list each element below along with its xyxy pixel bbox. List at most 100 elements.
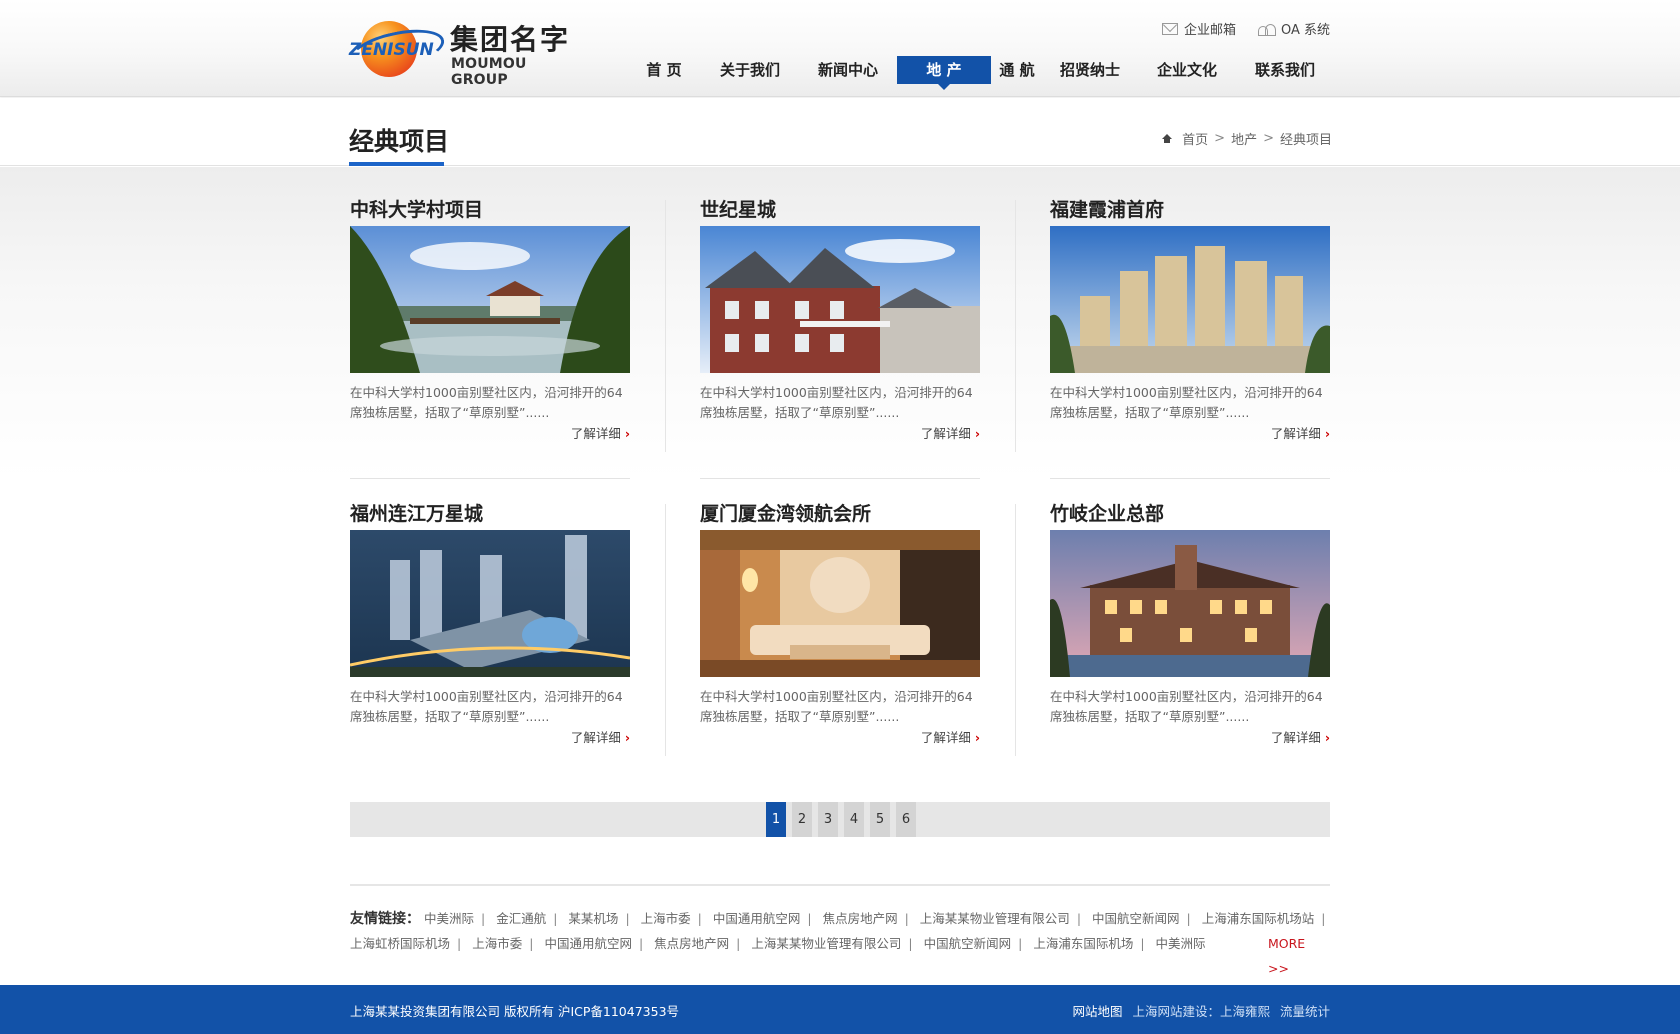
friend-link[interactable]: 某某机场 — [568, 911, 618, 926]
project-card: 福建霞浦首府 在中科大学村1000亩别墅社区内，沿河排开的64 席独栋居墅，括取… — [1050, 195, 1330, 441]
friend-link[interactable]: 中国通用航空网 — [713, 911, 801, 926]
copyright-text: 上海某某投资集团有限公司 版权所有 沪ICP备11047353号 — [350, 1004, 680, 1019]
friend-link[interactable]: 中美洲际 — [424, 911, 474, 926]
traffic-stats-link[interactable]: 流量统计 — [1280, 1001, 1330, 1020]
friend-link[interactable]: 上海浦东国际机场站 — [1202, 911, 1315, 926]
friend-link[interactable]: 上海市委 — [472, 936, 522, 951]
link-separator: | — [625, 911, 630, 926]
row-divider — [350, 478, 630, 479]
description-line: 席独栋居墅，括取了“草原别墅”...... — [1050, 709, 1250, 724]
friend-link[interactable]: 金汇通航 — [496, 911, 546, 926]
page-3-button[interactable]: 3 — [818, 802, 838, 837]
links-divider — [350, 884, 1330, 886]
project-title[interactable]: 竹岐企业总部 — [1050, 499, 1330, 529]
breadcrumb-current: 经典项目 — [1279, 133, 1332, 148]
nav-real-estate[interactable]: 地 产 — [897, 56, 991, 90]
project-description: 在中科大学村1000亩别墅社区内，沿河排开的64 席独栋居墅，括取了“草原别墅”… — [350, 383, 630, 423]
link-separator: | — [529, 936, 534, 951]
project-image[interactable] — [700, 530, 980, 677]
more-details-link[interactable]: 了解详细 — [921, 423, 980, 442]
description-line: 席独栋居墅，括取了“草原别墅”...... — [700, 405, 900, 420]
friend-link[interactable]: 焦点房地产网 — [823, 911, 898, 926]
page-5-button[interactable]: 5 — [870, 802, 890, 837]
nav-contact[interactable]: 联系我们 — [1237, 56, 1333, 84]
link-separator: | — [1186, 911, 1191, 926]
friend-link[interactable]: 焦点房地产网 — [654, 936, 729, 951]
link-separator: | — [1076, 911, 1082, 926]
project-title[interactable]: 福建霞浦首府 — [1050, 195, 1330, 225]
footer-links: 网站地图 上海网站建设：上海雍熙 流量统计 — [1072, 1001, 1330, 1020]
page-title: 经典项目 — [349, 127, 450, 156]
site-header: ZENISUN 集团名字 MOUMOU GROUP 企业邮箱 OA 系统 首 页… — [0, 0, 1680, 97]
site-footer: 上海某某投资集团有限公司 版权所有 沪ICP备11047353号 网站地图 上海… — [0, 985, 1680, 1034]
column-divider — [1015, 504, 1016, 756]
company-logo[interactable]: ZENISUN 集团名字 MOUMOU GROUP — [346, 18, 579, 88]
friend-links-label: 友情链接： — [350, 911, 420, 927]
mail-icon — [1161, 22, 1178, 35]
page-6-button[interactable]: 6 — [896, 802, 916, 837]
breadcrumb-real-estate[interactable]: 地产 — [1231, 129, 1257, 148]
nav-careers[interactable]: 招贤纳士 — [1043, 56, 1137, 84]
more-details-link[interactable]: 了解详细 — [1271, 727, 1330, 746]
more-details-link[interactable]: 了解详细 — [921, 727, 980, 746]
project-image[interactable] — [1050, 530, 1330, 677]
project-image[interactable] — [350, 530, 630, 677]
page-1-button[interactable]: 1 — [766, 802, 786, 837]
users-icon — [1257, 22, 1276, 36]
description-line: 席独栋居墅，括取了“草原别墅”...... — [350, 709, 550, 724]
project-title[interactable]: 世纪星城 — [700, 195, 980, 225]
friend-links-row: 上海虹桥国际机场 | 上海市委 | 中国通用航空网 | 焦点房地产网 | 上海某某物业管… — [350, 931, 1330, 956]
enterprise-mail-link[interactable]: 企业邮箱 — [1161, 19, 1236, 38]
project-title[interactable]: 厦门厦金湾领航会所 — [700, 499, 980, 529]
link-separator: | — [904, 911, 909, 926]
nav-home[interactable]: 首 页 — [627, 56, 701, 84]
project-card: 中科大学村项目 在中科大学村1000亩别墅社区内，沿河排开的64 席独栋居墅，括… — [350, 195, 630, 441]
project-title[interactable]: 福州连江万星城 — [350, 499, 630, 529]
link-separator: | — [736, 936, 741, 951]
nav-news[interactable]: 新闻中心 — [799, 56, 897, 84]
link-separator: | — [553, 911, 558, 926]
more-details-link[interactable]: 了解详细 — [571, 423, 630, 442]
pagination: 1 2 3 4 5 6 — [350, 802, 1330, 837]
project-image[interactable] — [700, 226, 980, 373]
link-separator: | — [1018, 936, 1023, 951]
project-image[interactable] — [350, 226, 630, 373]
friend-link[interactable]: 上海虹桥国际机场 — [350, 936, 450, 951]
nav-aviation[interactable]: 通 航 — [991, 56, 1043, 84]
nav-culture[interactable]: 企业文化 — [1137, 56, 1237, 84]
friend-link[interactable]: 中国通用航空网 — [544, 936, 632, 951]
column-divider — [1015, 200, 1016, 452]
friend-link[interactable]: 中国航空新闻网 — [1092, 911, 1180, 926]
site-builder-link[interactable]: 上海网站建设：上海雍熙 — [1132, 1001, 1270, 1020]
link-separator: | — [638, 936, 644, 951]
page-2-button[interactable]: 2 — [792, 802, 812, 837]
project-card: 竹岐企业总部 在中科大学村1000亩别墅社区内，沿河排开的64 席独栋居墅，括取… — [1050, 499, 1330, 745]
description-line: 在中科大学村1000亩别墅社区内，沿河排开的64 — [350, 689, 623, 704]
more-details-link[interactable]: 了解详细 — [571, 727, 630, 746]
description-line: 在中科大学村1000亩别墅社区内，沿河排开的64 — [350, 385, 623, 400]
project-description: 在中科大学村1000亩别墅社区内，沿河排开的64 席独栋居墅，括取了“草原别墅”… — [700, 383, 980, 423]
enterprise-mail-label: 企业邮箱 — [1183, 23, 1236, 38]
friend-link[interactable]: 上海某某物业管理有限公司 — [751, 936, 901, 951]
more-details-link[interactable]: 了解详细 — [1271, 423, 1330, 442]
project-image[interactable] — [1050, 226, 1330, 373]
friend-link[interactable]: 中美洲际 — [1156, 936, 1206, 951]
description-line: 席独栋居墅，括取了“草原别墅”...... — [350, 405, 550, 420]
breadcrumb-separator: > — [1263, 131, 1274, 146]
breadcrumb-home[interactable]: 首页 — [1182, 129, 1208, 148]
nav-about[interactable]: 关于我们 — [701, 56, 799, 84]
more-links-button[interactable]: MORE >> — [1268, 931, 1330, 981]
sitemap-link[interactable]: 网站地图 — [1072, 1001, 1122, 1020]
column-divider — [665, 504, 666, 756]
logo-subtitle: MOUMOU GROUP — [451, 56, 527, 88]
friend-link[interactable]: 中国航空新闻网 — [924, 936, 1012, 951]
page-4-button[interactable]: 4 — [844, 802, 864, 837]
oa-system-link[interactable]: OA 系统 — [1257, 19, 1330, 38]
friend-link[interactable]: 上海浦东国际机场 — [1033, 936, 1133, 951]
project-description: 在中科大学村1000亩别墅社区内，沿河排开的64 席独栋居墅，括取了“草原别墅”… — [1050, 383, 1330, 423]
project-description: 在中科大学村1000亩别墅社区内，沿河排开的64 席独栋居墅，括取了“草原别墅”… — [1050, 687, 1330, 727]
friend-link[interactable]: 上海某某物业管理有限公司 — [920, 911, 1070, 926]
project-card: 厦门厦金湾领航会所 在中科大学村1000亩别墅社区内，沿河排开的64 席独栋居墅… — [700, 499, 980, 745]
project-title[interactable]: 中科大学村项目 — [350, 195, 630, 225]
friend-link[interactable]: 上海市委 — [641, 911, 691, 926]
